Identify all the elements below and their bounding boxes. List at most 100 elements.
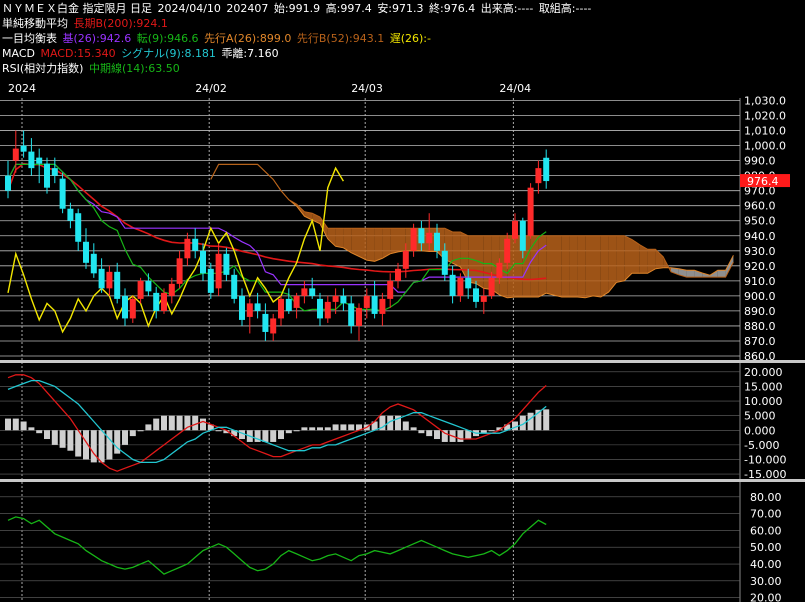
candle-down <box>449 274 456 296</box>
panel-separator[interactable] <box>0 360 805 363</box>
macd-histogram-bar <box>285 430 292 434</box>
rsi-tick-label: 80.00 <box>750 491 782 504</box>
macd-histogram-bar <box>270 430 277 442</box>
cloud-segment <box>452 232 461 267</box>
candle-down <box>371 295 378 314</box>
macd-tick-label: 0.000 <box>744 424 776 437</box>
macd-tick-label: 10.000 <box>744 395 783 408</box>
instrument-title: ＮＹＭＥＸ白金 指定限月 日足 <box>2 2 152 15</box>
candle-up <box>504 238 511 263</box>
cloud-segment <box>585 235 593 298</box>
candle-up <box>129 298 136 319</box>
candle-down <box>543 157 550 182</box>
macd-panel[interactable] <box>0 364 740 478</box>
candle-up <box>278 298 284 319</box>
price-tick-label: 1,030.0 <box>744 95 786 108</box>
panel-separator[interactable] <box>0 479 805 482</box>
volume: 出来高:---- <box>480 2 534 15</box>
macd-histogram-bar <box>543 409 550 431</box>
candle-down <box>348 303 355 326</box>
header-line-4: MACD MACD:15.340 シグナル(9):8.181 乖離:7.160 <box>2 46 281 61</box>
chikou-value: 遅(26):- <box>389 32 431 45</box>
candle-down <box>90 253 97 274</box>
contract-month: 202407 <box>226 2 269 15</box>
tenkan-value: 転(9):946.6 <box>136 32 199 45</box>
candle-up <box>106 271 113 289</box>
macd-histogram-bar <box>317 427 323 431</box>
candle-down <box>75 213 82 242</box>
macd-histogram-bar <box>418 430 425 434</box>
macd-tick-label: 15.000 <box>744 380 783 393</box>
candle-down <box>434 232 440 251</box>
macd-histogram-bar <box>262 430 269 442</box>
macd-hist-value: 乖離:7.160 <box>221 47 279 60</box>
cloud-segment <box>398 228 406 252</box>
candle-down <box>239 295 245 320</box>
candle-up <box>527 187 534 236</box>
candle-down <box>519 220 526 251</box>
candle-down <box>122 295 128 319</box>
candle-up <box>12 148 19 161</box>
candle-down <box>114 271 121 299</box>
macd-histogram-bar <box>301 427 308 431</box>
cloud-segment <box>359 228 367 261</box>
candle-up <box>246 303 253 317</box>
candle-up <box>410 228 417 251</box>
cloud-segment <box>351 228 359 257</box>
candle-down <box>200 250 206 274</box>
rsi-panel[interactable] <box>0 483 740 602</box>
price-tick-label: 890.0 <box>744 305 776 318</box>
ichimoku-label: 一目均衡表 <box>2 32 57 45</box>
candle-up <box>379 298 386 314</box>
candle-up <box>215 253 222 289</box>
candle-down <box>44 163 50 188</box>
candle-down <box>59 178 66 209</box>
candle-up <box>488 277 495 296</box>
candle-down <box>262 313 269 332</box>
macd-value: MACD:15.340 <box>40 47 116 60</box>
chart-canvas[interactable]: 2024 24/02 24/03 24/04 1,030.0 1,020.0 1,010.0… <box>0 0 805 602</box>
macd-tick-label: -10.000 <box>744 453 786 466</box>
candle-up <box>184 238 191 259</box>
macd-tick-label: 20.000 <box>744 366 783 379</box>
candle-up <box>457 277 464 296</box>
macd-histogram-bar <box>410 427 417 431</box>
price-tick-label: 960.0 <box>744 200 776 213</box>
header-line-1: ＮＹＭＥＸ白金 指定限月 日足 2024/04/10 202407 始:991.… <box>2 1 593 16</box>
rsi-tick-label: 30.00 <box>750 575 782 588</box>
cloud-segment <box>717 270 726 278</box>
macd-histogram-bar <box>527 412 534 431</box>
price-tick-label: 940.0 <box>744 230 776 243</box>
candle-up <box>395 268 401 281</box>
macd-histogram-bar <box>28 427 35 431</box>
candle-down <box>192 238 199 251</box>
span-a-value: 先行A(26):899.0 <box>204 32 292 45</box>
candle-down <box>441 250 448 275</box>
macd-histogram-bar <box>90 430 97 463</box>
x-tick-label: 24/03 <box>351 82 383 95</box>
candle-up <box>270 318 277 334</box>
macd-tick-label: -5.000 <box>744 439 779 452</box>
candle-up <box>137 280 144 299</box>
candle-up <box>161 292 167 311</box>
macd-histogram-bar <box>457 430 464 442</box>
price-tick-label: 880.0 <box>744 320 776 333</box>
open-interest: 取組高:---- <box>538 2 592 15</box>
candle-down <box>254 303 261 311</box>
candle-down <box>28 151 35 169</box>
last-price-tag: 976.4 <box>740 174 790 188</box>
rsi-tick-label: 20.00 <box>750 592 782 602</box>
cloud-segment <box>390 228 398 254</box>
cloud-segment <box>569 235 578 298</box>
cloud-segment <box>546 235 554 296</box>
rsi-tick-label: 50.00 <box>750 541 782 554</box>
price-tick-label: 920.0 <box>744 260 776 273</box>
last-price-label: 976.4 <box>747 175 779 188</box>
macd-histogram-bar <box>348 424 355 431</box>
price-tick-label: 1,010.0 <box>744 125 786 138</box>
candle-up <box>363 295 370 308</box>
quote-date: 2024/04/10 <box>157 2 221 15</box>
macd-label: MACD <box>2 47 35 60</box>
candle-up <box>176 258 183 284</box>
candle-down <box>51 168 58 176</box>
